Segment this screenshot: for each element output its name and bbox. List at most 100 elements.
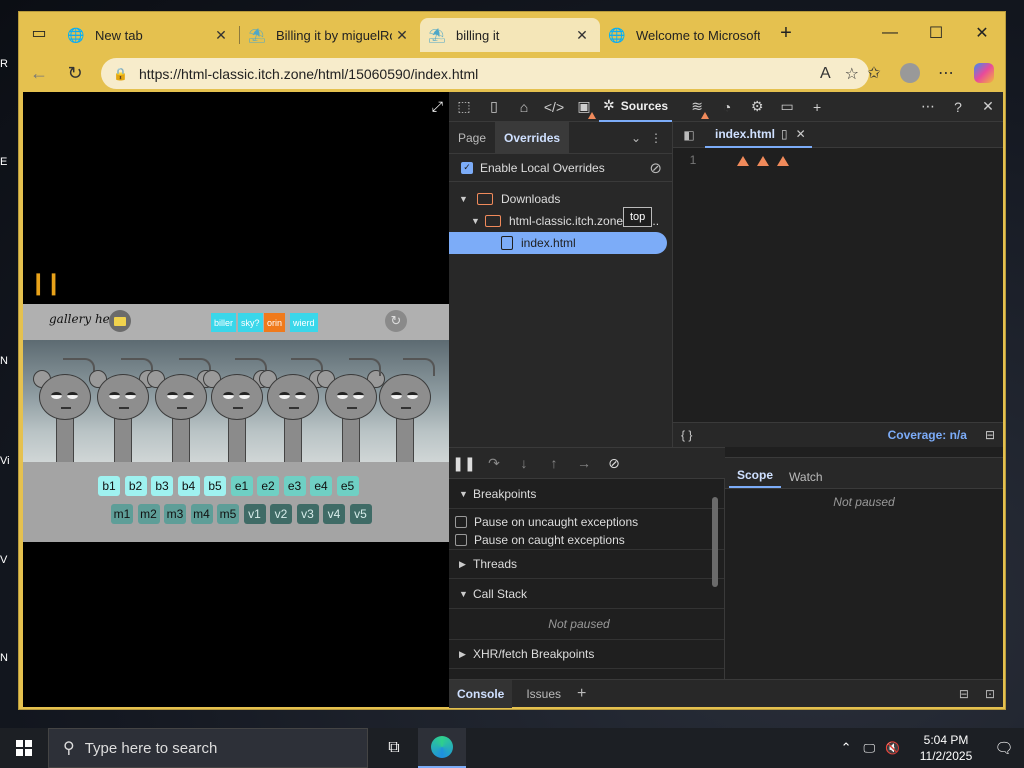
section-breakpoints[interactable]: ▼ Breakpoints bbox=[449, 479, 724, 509]
tab-sources[interactable]: ✲ Sources bbox=[599, 92, 673, 122]
pause-caught-checkbox[interactable] bbox=[455, 534, 467, 546]
refresh-icon[interactable]: ↻ bbox=[57, 57, 93, 89]
section-call-stack[interactable]: ▼ Call Stack bbox=[449, 579, 724, 609]
mode-biller-button[interactable]: biller bbox=[211, 313, 237, 332]
tab-overrides[interactable]: Overrides bbox=[495, 121, 570, 154]
sound-key-b2[interactable]: b2 bbox=[124, 476, 147, 496]
gallery-button[interactable] bbox=[109, 310, 131, 332]
pause-script-icon[interactable]: ❚❚ bbox=[449, 448, 479, 478]
more-tools-plus-icon[interactable]: + bbox=[802, 92, 832, 122]
sound-key-v3[interactable]: v3 bbox=[296, 504, 319, 524]
warning-icon[interactable] bbox=[777, 156, 789, 166]
help-icon[interactable]: ? bbox=[943, 92, 973, 122]
favorites-icon[interactable]: ✩ bbox=[859, 58, 889, 88]
sound-key-v1[interactable]: v1 bbox=[243, 504, 266, 524]
sound-key-m3[interactable]: m3 bbox=[164, 504, 186, 524]
network-icon[interactable]: ≋ bbox=[682, 92, 712, 122]
sound-key-e4[interactable]: e4 bbox=[310, 476, 332, 496]
deactivate-breakpoints-icon[interactable]: ⊘ bbox=[599, 448, 629, 478]
clear-overrides-icon[interactable]: ⊘ bbox=[649, 159, 662, 177]
pause-uncaught-checkbox[interactable] bbox=[455, 516, 467, 528]
tab-billing-it-by-miguelrob[interactable]: ⛱ Billing it by miguelRob ✕ bbox=[240, 18, 420, 52]
navigator-more-icon[interactable]: ⋮ bbox=[650, 122, 672, 154]
taskbar-search[interactable]: ⚲ Type here to search bbox=[48, 728, 368, 768]
close-devtools-icon[interactable]: ✕ bbox=[973, 92, 1003, 122]
pretty-print-button[interactable]: { } bbox=[681, 428, 692, 442]
sound-key-v2[interactable]: v2 bbox=[270, 504, 292, 524]
chevron-down-icon[interactable]: ⌄ bbox=[622, 122, 650, 154]
expand-triangle-icon[interactable]: ▼ bbox=[459, 194, 471, 204]
network-status-icon[interactable]: 🖵 bbox=[863, 741, 875, 756]
character[interactable] bbox=[203, 358, 271, 462]
sound-key-v5[interactable]: v5 bbox=[349, 504, 372, 524]
sound-key-v4[interactable]: v4 bbox=[323, 504, 345, 524]
step-into-icon[interactable]: ↓ bbox=[509, 448, 539, 478]
close-tab-icon[interactable]: ✕ bbox=[392, 27, 412, 44]
tab-welcome-microsoft[interactable]: 🌐 Welcome to Microsoft bbox=[600, 18, 768, 52]
close-window-icon[interactable]: ✕ bbox=[959, 12, 1005, 54]
dock-icon[interactable]: ⊟ bbox=[951, 680, 977, 708]
coverage-label[interactable]: Coverage: n/a bbox=[888, 428, 967, 442]
back-icon[interactable]: ← bbox=[21, 57, 57, 89]
task-view-icon[interactable]: ⧉ bbox=[370, 728, 418, 768]
read-aloud-icon[interactable]: A bbox=[820, 65, 831, 83]
warning-icon[interactable] bbox=[737, 156, 749, 166]
elements-icon[interactable]: </> bbox=[539, 92, 569, 122]
sound-key-b5[interactable]: b5 bbox=[204, 476, 226, 496]
desktop-icon-label[interactable]: Vi bbox=[0, 455, 18, 467]
minimize-icon[interactable]: — bbox=[867, 12, 913, 54]
start-button[interactable] bbox=[0, 728, 48, 768]
tree-file-index[interactable]: index.html bbox=[449, 232, 667, 254]
close-tab-icon[interactable]: ✕ bbox=[796, 127, 806, 141]
sound-key-e3[interactable]: e3 bbox=[283, 476, 306, 496]
clock[interactable]: 5:04 PM 11/2/2025 bbox=[908, 732, 984, 764]
desktop-icon-label[interactable]: N bbox=[0, 652, 18, 664]
sound-key-m5[interactable]: m5 bbox=[217, 504, 239, 524]
tab-console[interactable]: Console bbox=[449, 679, 513, 708]
character[interactable] bbox=[259, 358, 327, 462]
tab-actions-icon[interactable]: ▭ bbox=[19, 12, 59, 54]
edge-taskbar-icon[interactable] bbox=[418, 728, 466, 768]
close-tab-icon[interactable]: ✕ bbox=[572, 27, 592, 44]
tab-index-html[interactable]: index.html ▯ ✕ bbox=[705, 122, 812, 148]
character[interactable] bbox=[317, 358, 385, 462]
settings-gear-icon[interactable]: ⚙ bbox=[742, 92, 772, 122]
more-menu-icon[interactable]: ⋯ bbox=[931, 58, 961, 88]
character[interactable] bbox=[33, 358, 95, 462]
mode-orin-button[interactable]: orin bbox=[264, 313, 286, 332]
fullscreen-icon[interactable]: ⤢ bbox=[432, 98, 443, 115]
pause-icon[interactable]: ❙❙ bbox=[29, 270, 63, 296]
desktop-icon-label[interactable]: V bbox=[0, 554, 18, 566]
chevron-up-icon[interactable]: ⌃ bbox=[841, 740, 852, 756]
sound-key-m1[interactable]: m1 bbox=[111, 504, 133, 524]
desktop-icon-label[interactable]: N bbox=[0, 355, 18, 367]
notifications-icon[interactable]: 🗨 bbox=[984, 739, 1024, 757]
game-viewport[interactable]: ⤢ ❙❙ gallery here biller sky? orin wierd… bbox=[23, 92, 449, 707]
mode-wierd-button[interactable]: wierd bbox=[290, 313, 318, 332]
scrollbar[interactable] bbox=[711, 485, 719, 671]
sound-key-e1[interactable]: e1 bbox=[230, 476, 253, 496]
section-threads[interactable]: ▶ Threads bbox=[449, 549, 724, 579]
desktop-icon-label[interactable]: R bbox=[0, 58, 18, 70]
reset-icon[interactable]: ↻ bbox=[385, 310, 407, 332]
console-icon[interactable]: ▣ bbox=[569, 92, 599, 122]
tab-page[interactable]: Page bbox=[449, 122, 495, 154]
sound-key-b3[interactable]: b3 bbox=[151, 476, 173, 496]
sound-key-b1[interactable]: b1 bbox=[98, 476, 120, 496]
profile-avatar-icon[interactable] bbox=[895, 58, 925, 88]
copilot-icon[interactable] bbox=[969, 58, 999, 88]
inspect-icon[interactable]: ⬚ bbox=[449, 92, 479, 122]
close-drawer-icon[interactable]: ⊡ bbox=[977, 680, 1003, 708]
character[interactable] bbox=[147, 358, 215, 462]
new-tab-icon[interactable]: + bbox=[768, 12, 804, 54]
section-xhr-breakpoints[interactable]: ▶ XHR/fetch Breakpoints bbox=[449, 639, 724, 669]
toggle-navigator-icon[interactable]: ◧ bbox=[673, 128, 705, 142]
sound-key-e5[interactable]: e5 bbox=[336, 476, 359, 496]
close-tab-icon[interactable]: ✕ bbox=[211, 27, 231, 44]
add-drawer-tab-icon[interactable]: + bbox=[569, 680, 594, 708]
more-options-icon[interactable]: ⋯ bbox=[913, 92, 943, 122]
volume-muted-icon[interactable]: 🔇 bbox=[885, 741, 900, 755]
maximize-icon[interactable]: ☐ bbox=[913, 12, 959, 54]
sound-key-b4[interactable]: b4 bbox=[177, 476, 200, 496]
sound-key-m2[interactable]: m2 bbox=[137, 504, 160, 524]
